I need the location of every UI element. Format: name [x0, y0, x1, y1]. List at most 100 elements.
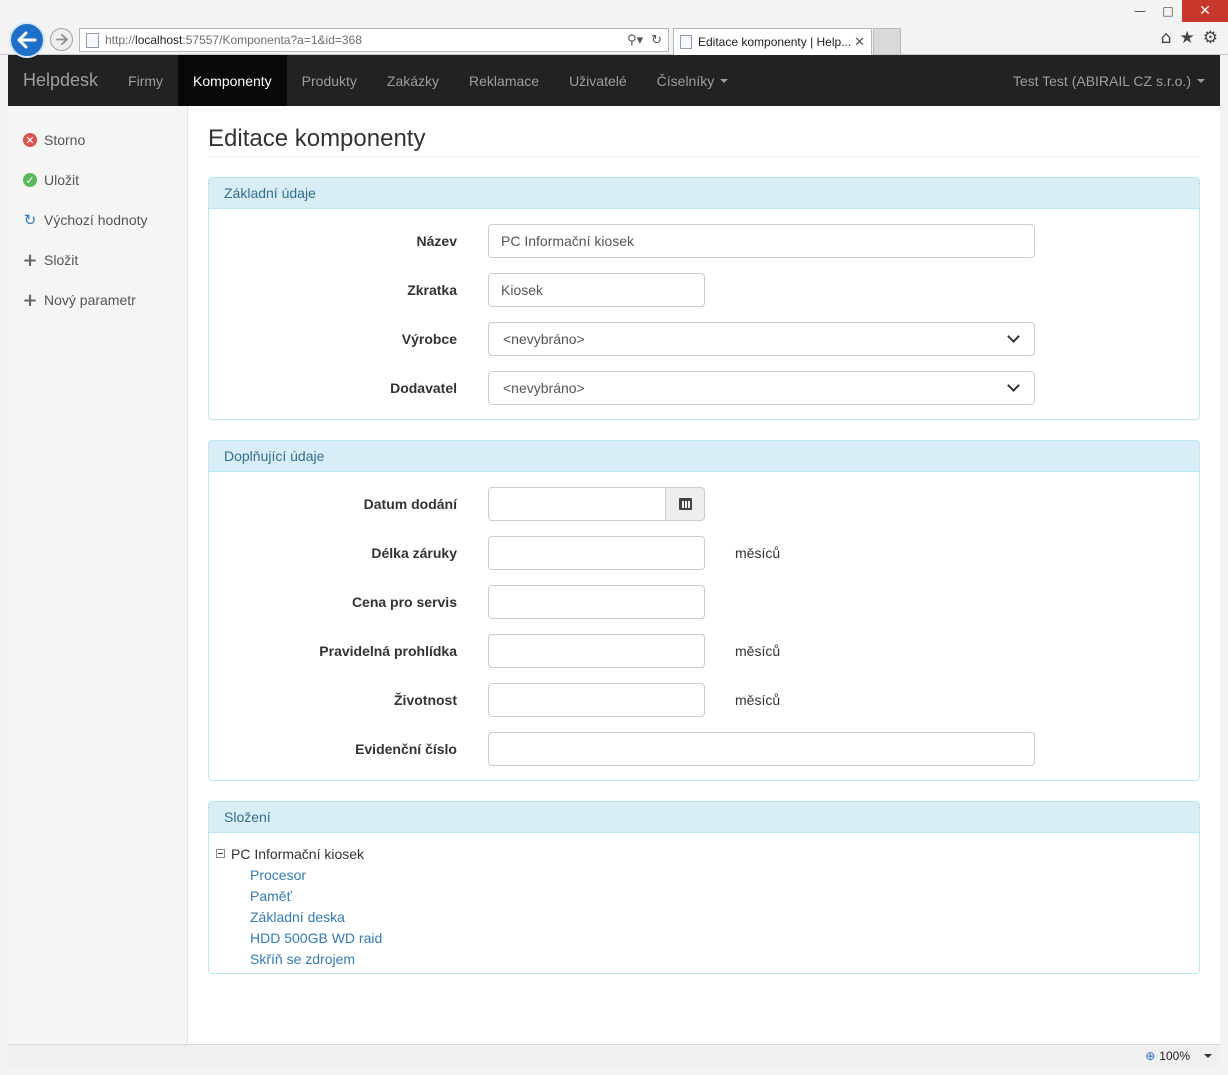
sidebar-item-novy-parametr[interactable]: + Nový parametr: [8, 280, 187, 320]
panel-composition: Složení PC Informační kiosek Procesor Pa…: [208, 801, 1200, 974]
warranty-input[interactable]: [488, 536, 705, 570]
tree-child-link[interactable]: HDD 500GB WD raid: [250, 927, 1192, 948]
nav-uzivatele[interactable]: Uživatelé: [554, 55, 642, 106]
supplier-select[interactable]: <nevybráno>: [488, 371, 1035, 405]
form-row-warranty: Délka záruky měsíců: [224, 536, 1184, 570]
form-row-lifetime: Životnost měsíců: [224, 683, 1184, 717]
tree-root: PC Informační kiosek: [216, 843, 1192, 864]
calendar-button[interactable]: [666, 487, 705, 521]
url-rest: :57557/Komponenta?a=1&id=368: [182, 33, 362, 47]
nav-reklamace[interactable]: Reklamace: [454, 55, 554, 106]
arrow-right-icon: [55, 34, 68, 45]
panel-extra: Doplňující údaje Datum dodání Délka záru…: [208, 440, 1200, 781]
close-window-icon[interactable]: ✕: [1182, 0, 1228, 22]
sidebar-item-label: Nový parametr: [44, 292, 136, 308]
sidebar-item-label: Výchozí hodnoty: [44, 212, 148, 228]
name-label: Název: [416, 233, 457, 249]
refresh-icon: ↻: [23, 211, 37, 229]
nav-produkty[interactable]: Produkty: [287, 55, 372, 106]
search-icon[interactable]: ⚲▾: [627, 33, 643, 48]
window-controls: — □ ✕: [1126, 0, 1228, 22]
form-row-delivery-date: Datum dodání: [224, 487, 1184, 521]
sidebar-item-slozit[interactable]: + Složit: [8, 240, 187, 280]
delivery-date-label: Datum dodání: [363, 496, 457, 512]
sidebar-item-ulozit[interactable]: ✓ Uložit: [8, 160, 187, 200]
registry-number-input[interactable]: [488, 732, 1035, 766]
page-icon: [86, 32, 99, 48]
form-row-supplier: Dodavatel <nevybráno>: [224, 371, 1184, 405]
panel-heading: Doplňující údaje: [209, 441, 1199, 472]
plus-icon: +: [22, 249, 38, 271]
frame-left: [0, 55, 8, 1067]
sidebar-item-label: Složit: [44, 252, 79, 268]
page-title: Editace komponenty: [208, 106, 1200, 157]
form-row-registry-number: Evidenční číslo: [224, 732, 1184, 766]
tab-page-icon: [680, 35, 692, 49]
refresh-icon[interactable]: ↻: [651, 33, 662, 48]
chevron-down-icon: [1007, 330, 1020, 343]
tab-close-icon[interactable]: ✕: [854, 34, 865, 50]
calendar-icon: [678, 498, 692, 510]
panel-heading: Složení: [209, 802, 1199, 833]
form-row-service-price: Cena pro servis: [224, 585, 1184, 619]
zoom-dropdown-icon[interactable]: [1204, 1054, 1212, 1058]
sidebar-item-label: Storno: [44, 132, 86, 148]
browser-tab[interactable]: Editace komponenty | Help... ✕: [673, 28, 872, 55]
sidebar-item-vychozi-hodnoty[interactable]: ↻ Výchozí hodnoty: [8, 200, 187, 240]
caret-down-icon: [1197, 78, 1205, 83]
form-row-inspection: Pravidelná prohlídka měsíců: [224, 634, 1184, 668]
lifetime-input[interactable]: [488, 683, 705, 717]
back-button[interactable]: [9, 22, 45, 58]
settings-gear-icon[interactable]: ⚙: [1203, 28, 1218, 48]
tree-child-link[interactable]: Procesor: [250, 864, 1192, 885]
home-icon[interactable]: ⌂: [1161, 28, 1172, 48]
warranty-unit: měsíců: [735, 545, 781, 561]
zoom-icon: ⊕: [1145, 1049, 1156, 1063]
url-host: localhost: [135, 33, 183, 47]
user-name: Test Test (ABIRAIL CZ s.r.o.): [1012, 72, 1191, 89]
zoom-level: 100%: [1159, 1049, 1190, 1063]
page-viewport: Helpdesk Firmy Komponenty Produkty Zakáz…: [8, 55, 1220, 1044]
frame-right: [1220, 55, 1228, 1067]
composition-tree: PC Informační kiosek Procesor Paměť Zákl…: [209, 833, 1199, 973]
lifetime-unit: měsíců: [735, 692, 781, 708]
abbr-input[interactable]: Kiosek: [488, 273, 705, 307]
address-bar[interactable]: http://localhost:57557/Komponenta?a=1&id…: [79, 28, 669, 52]
favorites-star-icon[interactable]: ★: [1180, 28, 1195, 48]
tree-child-link[interactable]: Paměť: [250, 885, 1192, 906]
sidebar-item-label: Uložit: [44, 172, 80, 188]
service-price-label: Cena pro servis: [351, 594, 457, 610]
user-menu-dropdown[interactable]: Test Test (ABIRAIL CZ s.r.o.): [998, 55, 1220, 106]
brand-link[interactable]: Helpdesk: [8, 55, 113, 106]
url-prefix: http://: [105, 33, 136, 47]
manufacturer-select[interactable]: <nevybráno>: [488, 322, 1035, 356]
minimize-icon[interactable]: —: [1126, 0, 1154, 22]
tree-child-link[interactable]: Skříň se zdrojem: [250, 948, 1192, 969]
caret-down-icon: [720, 78, 729, 83]
nav-komponenty[interactable]: Komponenty: [178, 55, 287, 106]
nav-firmy[interactable]: Firmy: [113, 55, 178, 106]
top-navbar: Helpdesk Firmy Komponenty Produkty Zakáz…: [8, 55, 1220, 106]
form-row-manufacturer: Výrobce <nevybráno>: [224, 322, 1184, 356]
browser-chrome: — □ ✕ http://localhost:57557/Komponenta?…: [0, 0, 1228, 58]
registry-number-label: Evidenční číslo: [355, 741, 457, 757]
lifetime-label: Životnost: [394, 692, 457, 708]
nav-zakazky[interactable]: Zakázky: [372, 55, 454, 106]
zoom-control[interactable]: ⊕ 100%: [1145, 1049, 1190, 1063]
forward-button[interactable]: [50, 28, 73, 51]
inspection-input[interactable]: [488, 634, 705, 668]
manufacturer-label: Výrobce: [401, 331, 457, 347]
delivery-date-input[interactable]: [488, 487, 666, 521]
name-input[interactable]: PC Informační kiosek: [488, 224, 1035, 258]
status-bar: ⊕ 100%: [8, 1044, 1220, 1067]
cancel-icon: ✕: [23, 133, 37, 147]
sidebar-item-storno[interactable]: ✕ Storno: [8, 120, 187, 160]
warranty-label: Délka záruky: [371, 545, 457, 561]
service-price-input[interactable]: [488, 585, 705, 619]
maximize-icon[interactable]: □: [1154, 0, 1182, 22]
tree-child-link[interactable]: Základní deska: [250, 906, 1192, 927]
new-tab-button[interactable]: [873, 28, 901, 54]
collapse-toggle-icon[interactable]: [216, 849, 225, 858]
nav-ciselniky-dropdown[interactable]: Číselníky: [642, 55, 744, 106]
sidebar: ✕ Storno ✓ Uložit ↻ Výchozí hodnoty + Sl…: [8, 106, 188, 1044]
